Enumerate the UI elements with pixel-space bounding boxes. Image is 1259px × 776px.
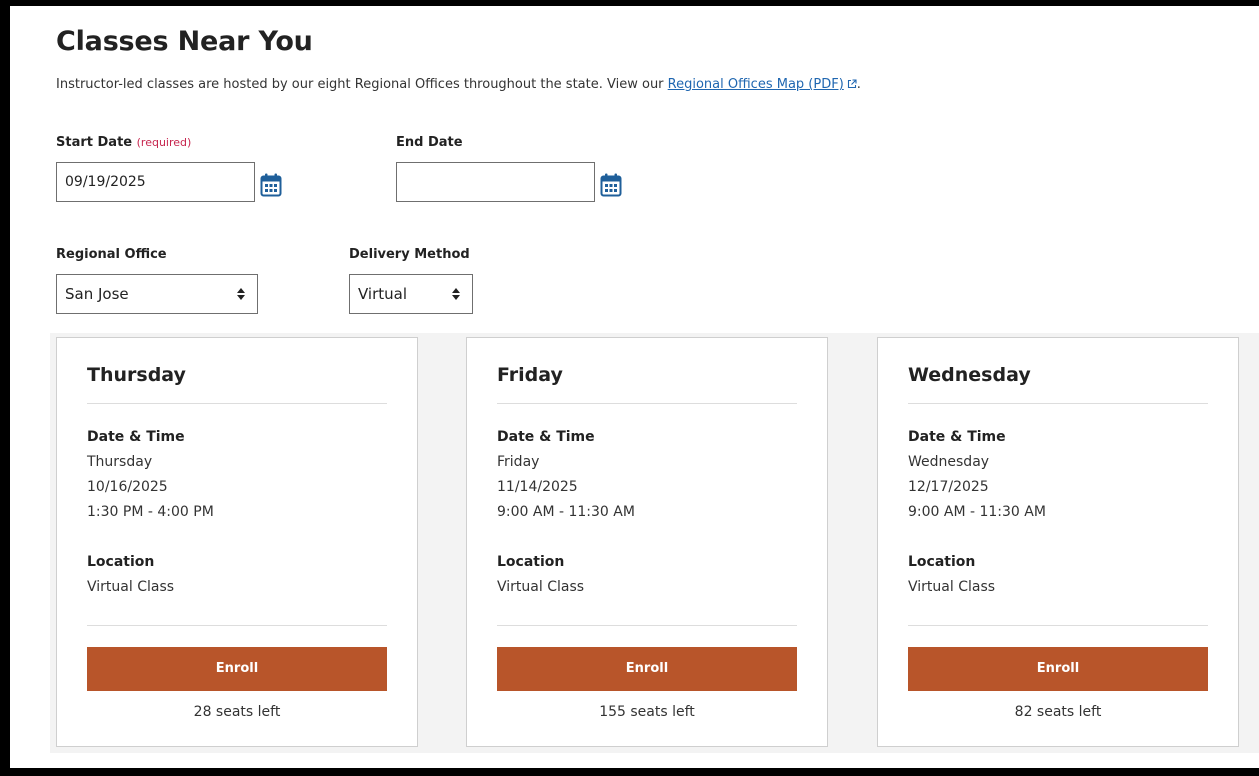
start-date-label: Start Date (required) (56, 135, 191, 150)
regional-office-value: San Jose (65, 285, 129, 303)
card-divider (908, 403, 1208, 404)
card-divider (497, 403, 797, 404)
calendar-icon[interactable] (600, 173, 622, 197)
class-card: Wednesday Date & Time Wednesday 12/17/20… (877, 337, 1239, 747)
card-day-title: Friday (497, 364, 563, 386)
location-label: Location (497, 554, 565, 570)
class-time: 1:30 PM - 4:00 PM (87, 504, 214, 520)
delivery-method-value: Virtual (358, 285, 408, 303)
class-time: 9:00 AM - 11:30 AM (908, 504, 1046, 520)
intro-period: . (856, 77, 861, 92)
class-weekday: Wednesday (908, 454, 990, 470)
date-time-label: Date & Time (908, 429, 1006, 445)
date-time-label: Date & Time (497, 429, 595, 445)
required-indicator: (required) (136, 136, 192, 149)
enroll-button[interactable]: Enroll (908, 647, 1208, 691)
seats-left: 155 seats left (599, 704, 695, 720)
sort-arrows-icon (237, 288, 245, 300)
regional-office-label: Regional Office (56, 247, 167, 262)
class-date: 12/17/2025 (908, 479, 989, 495)
class-time: 9:00 AM - 11:30 AM (497, 504, 635, 520)
seats-left: 82 seats left (1014, 704, 1102, 720)
delivery-method-select[interactable]: Virtual (349, 274, 473, 314)
date-time-label: Date & Time (87, 429, 185, 445)
card-divider (87, 625, 387, 626)
page-title: Classes Near You (56, 26, 313, 57)
end-date-input[interactable] (396, 162, 595, 202)
class-location: Virtual Class (497, 579, 585, 595)
start-date-input[interactable] (56, 162, 255, 202)
end-date-label: End Date (396, 135, 463, 150)
card-divider (497, 625, 797, 626)
page: Classes Near You Instructor-led classes … (10, 6, 1259, 768)
card-day-title: Wednesday (908, 364, 1031, 386)
class-weekday: Friday (497, 454, 540, 470)
class-card: Thursday Date & Time Thursday 10/16/2025… (56, 337, 418, 747)
card-divider (87, 403, 387, 404)
location-label: Location (908, 554, 976, 570)
location-label: Location (87, 554, 155, 570)
regional-offices-map-link-text: Regional Offices Map (PDF) (667, 77, 844, 92)
enroll-button[interactable]: Enroll (87, 647, 387, 691)
delivery-method-label: Delivery Method (349, 247, 470, 262)
class-date: 10/16/2025 (87, 479, 168, 495)
sort-arrows-icon (452, 288, 460, 300)
class-location: Virtual Class (908, 579, 996, 595)
card-day-title: Thursday (87, 364, 186, 386)
enroll-button[interactable]: Enroll (497, 647, 797, 691)
class-weekday: Thursday (87, 454, 153, 470)
seats-left: 28 seats left (193, 704, 281, 720)
start-date-label-text: Start Date (56, 135, 133, 150)
class-card: Friday Date & Time Friday 11/14/2025 9:0… (466, 337, 828, 747)
calendar-icon[interactable] (260, 173, 282, 197)
intro-sentence: Instructor-led classes are hosted by our… (56, 77, 668, 92)
regional-office-select[interactable]: San Jose (56, 274, 258, 314)
regional-offices-map-link[interactable]: Regional Offices Map (PDF) (668, 77, 857, 92)
intro-text: Instructor-led classes are hosted by our… (56, 77, 861, 92)
class-location: Virtual Class (87, 579, 175, 595)
external-link-icon (847, 79, 857, 89)
card-divider (908, 625, 1208, 626)
class-date: 11/14/2025 (497, 479, 578, 495)
